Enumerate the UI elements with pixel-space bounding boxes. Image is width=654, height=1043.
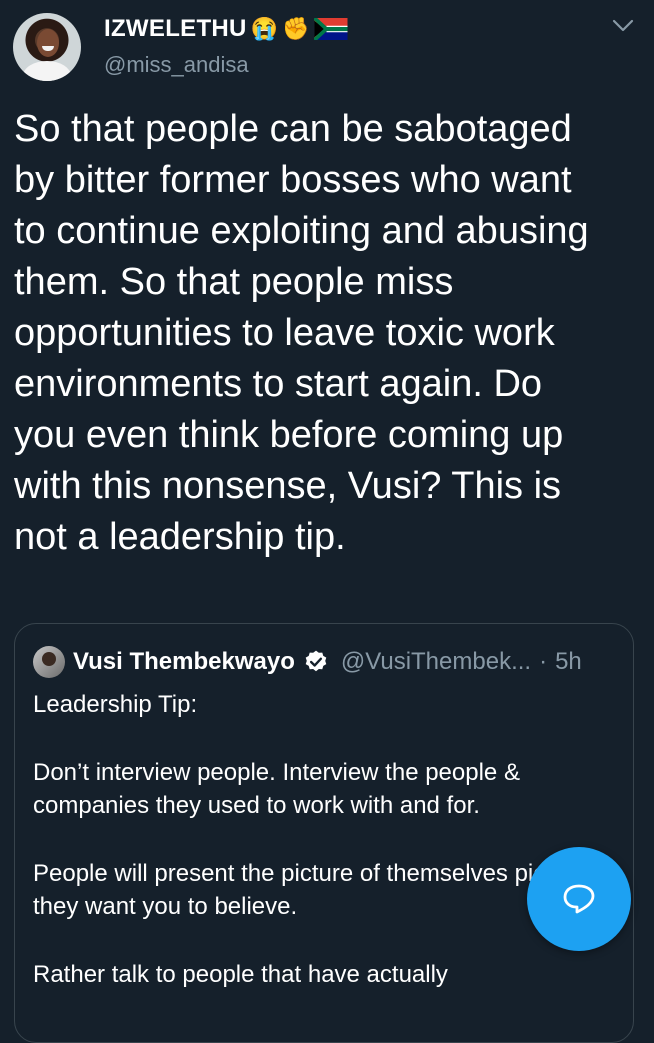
quoted-author-handle: @VusiThembek... (340, 648, 532, 675)
author-avatar[interactable] (13, 13, 81, 81)
author-handle[interactable]: @miss_andisa (104, 52, 249, 78)
quoted-tweet[interactable]: Vusi Thembekwayo @VusiThembek... · 5h Le… (14, 623, 634, 1043)
reply-bubble-icon (563, 884, 595, 914)
author-name-row[interactable]: IZWELETHU 😭 ✊ (104, 14, 348, 44)
quoted-author-avatar (33, 646, 65, 678)
tweet-header: IZWELETHU 😭 ✊ @miss_andisa (0, 0, 654, 100)
quoted-author-row: Vusi Thembekwayo @VusiThembek... · 5h (33, 644, 582, 680)
raised-fist-emoji-icon: ✊ (282, 16, 310, 41)
compose-reply-button[interactable] (527, 847, 631, 951)
quoted-paragraph: Don’t interview people. Interview the pe… (33, 759, 520, 819)
quoted-paragraph: Rather talk to people that have actually (33, 961, 448, 988)
south-africa-flag-icon (313, 18, 347, 40)
crying-face-emoji-icon: 😭 (250, 16, 279, 41)
chevron-down-icon[interactable] (610, 16, 636, 36)
author-name: IZWELETHU (104, 15, 247, 42)
separator-dot: · (539, 648, 548, 675)
tweet-body: So that people can be sabotaged by bitte… (14, 108, 589, 558)
quoted-body: Leadership Tip: Don’t interview people. … (33, 688, 623, 1026)
verified-badge-icon (305, 650, 327, 672)
quoted-paragraph: Leadership Tip: (33, 691, 198, 718)
quoted-timestamp: 5h (555, 648, 582, 675)
quoted-author-name: Vusi Thembekwayo (73, 648, 295, 675)
